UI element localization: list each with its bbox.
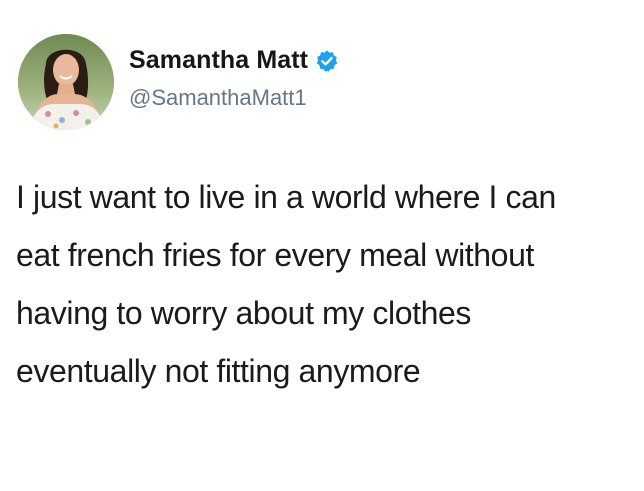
verified-badge-icon [315,49,339,73]
avatar[interactable] [18,34,114,130]
profile-photo-icon [18,34,114,130]
tweet-line: eventually not fitting anymore [16,353,421,389]
tweet-card: Samantha Matt @SamanthaMatt1 I just want… [0,0,644,491]
name-row: Samantha Matt [129,46,339,75]
tweet-line: eat french fries for every meal without [16,237,534,273]
tweet-line: having to worry about my clothes [16,295,471,331]
user-handle[interactable]: @SamanthaMatt1 [129,85,307,111]
tweet-line: I just want to live in a world where I c… [16,179,556,215]
tweet-text: I just want to live in a world where I c… [16,168,638,400]
display-name[interactable]: Samantha Matt [129,46,308,75]
